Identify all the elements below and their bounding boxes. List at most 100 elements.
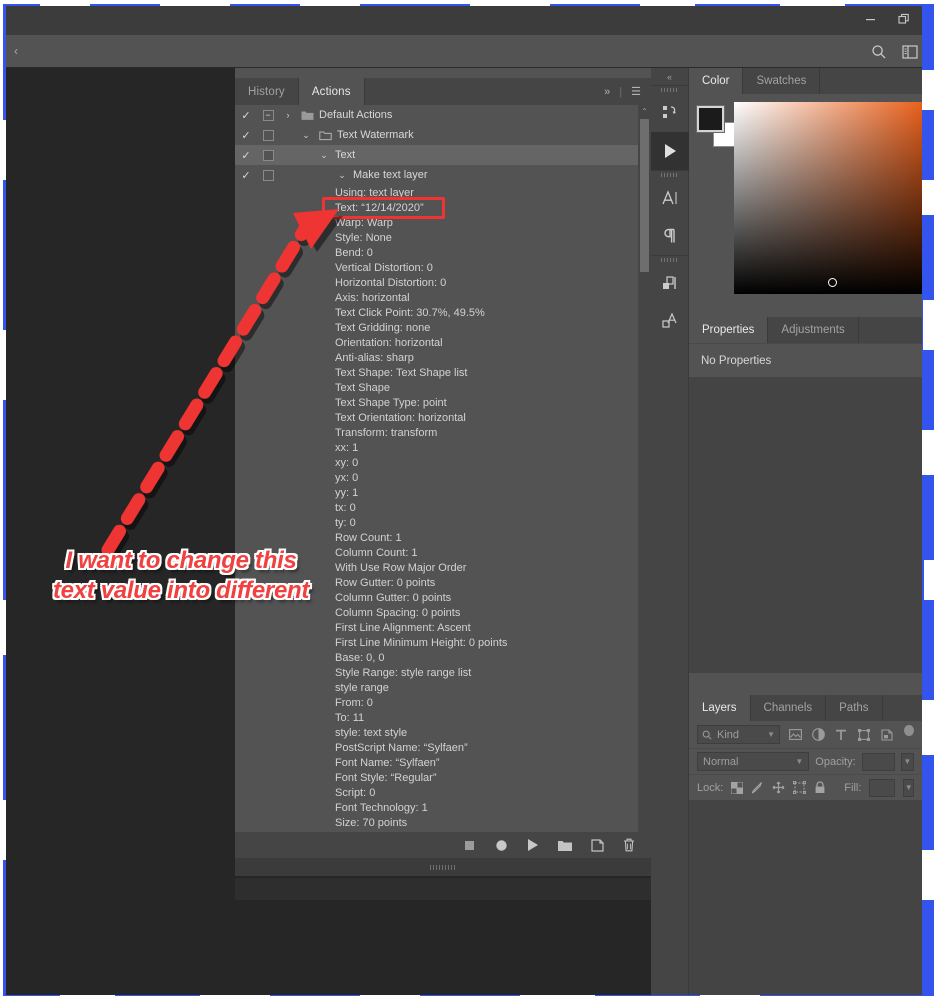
action-enabled-checkbox[interactable]: ✓ <box>235 129 257 142</box>
action-step-row[interactable]: ✓ ⌄ Make text layer <box>235 165 651 185</box>
tab-layers[interactable]: Layers <box>689 695 751 721</box>
shape-filter-icon[interactable] <box>856 726 872 744</box>
layers-panel: Layers Channels Paths Kind ▼ Normal ▼ Op… <box>689 695 922 995</box>
foreground-color-swatch[interactable] <box>696 105 725 133</box>
rail-group <box>651 170 688 255</box>
layers-lock-bar: Lock: Fill: ▼ <box>689 774 922 800</box>
new-action-button[interactable] <box>589 837 605 853</box>
type-filter-icon[interactable] <box>833 726 849 744</box>
rail-collapse-icon[interactable]: « <box>651 68 688 85</box>
history-icon[interactable] <box>651 94 689 132</box>
lock-artboard-icon[interactable] <box>793 780 807 795</box>
collapse-panel-arrow-icon[interactable]: ‹ <box>8 43 24 59</box>
action-command-line: Text Shape Type: point <box>335 396 447 409</box>
action-row-selected[interactable]: ✓ ⌄ Text <box>235 145 651 165</box>
action-set-row[interactable]: ✓ ⌄ Text Watermark <box>235 125 651 145</box>
color-picker-marker[interactable] <box>828 278 837 287</box>
dialog-toggle-box <box>262 169 274 181</box>
layers-list-empty[interactable] <box>689 800 922 995</box>
properties-panel-empty-area <box>689 377 922 673</box>
opacity-dropdown-icon[interactable]: ▼ <box>900 752 914 771</box>
dialog-toggle-box <box>262 149 274 161</box>
tab-swatches[interactable]: Swatches <box>743 68 821 94</box>
rail-grip[interactable] <box>651 171 688 179</box>
blend-mode-select[interactable]: Normal ▼ <box>697 752 810 771</box>
color-picker-field[interactable] <box>734 102 922 294</box>
panel-overflow-icon[interactable]: » <box>604 86 610 98</box>
lock-image-icon[interactable] <box>751 780 764 795</box>
action-command-line: Font Style: “Regular” <box>335 771 437 784</box>
paragraph-icon[interactable] <box>651 217 689 255</box>
expand-triangle-icon[interactable]: ⌄ <box>315 150 333 161</box>
expand-triangle-icon[interactable]: ⌄ <box>297 130 315 141</box>
filter-enable-toggle[interactable] <box>904 725 914 736</box>
tab-actions[interactable]: Actions <box>298 78 365 105</box>
action-command-line: Warp: Warp <box>335 216 393 229</box>
chevron-down-icon: ▼ <box>795 757 804 766</box>
image-filter-icon[interactable] <box>787 726 803 744</box>
action-dialog-toggle[interactable] <box>257 169 279 181</box>
record-button[interactable] <box>493 837 509 853</box>
lock-transparency-icon[interactable] <box>731 780 744 795</box>
expand-triangle-icon[interactable]: ⌄ <box>333 170 351 181</box>
action-command-line: Column Count: 1 <box>335 546 418 559</box>
tab-color[interactable]: Color <box>689 68 744 94</box>
scroll-up-arrow-icon[interactable]: ⌃ <box>638 105 651 118</box>
scrollbar-thumb[interactable] <box>640 119 649 272</box>
rail-grip[interactable] <box>651 256 688 264</box>
tab-channels[interactable]: Channels <box>751 695 827 721</box>
opacity-input[interactable] <box>861 752 895 771</box>
action-enabled-checkbox[interactable]: ✓ <box>235 149 257 162</box>
workspace-icon[interactable] <box>899 41 921 63</box>
action-dialog-toggle[interactable] <box>257 149 279 161</box>
action-dialog-toggle[interactable] <box>257 129 279 141</box>
tab-paths[interactable]: Paths <box>826 695 883 721</box>
document-status-strip <box>235 878 651 900</box>
action-enabled-checkbox[interactable]: ✓ <box>235 109 257 122</box>
fill-input[interactable] <box>869 778 896 797</box>
action-command-line: Text Gridding: none <box>335 321 431 334</box>
character-icon[interactable] <box>651 179 689 217</box>
character-styles-icon[interactable] <box>651 302 689 340</box>
actions-scrollbar[interactable]: ⌃ ⌄ <box>638 105 651 845</box>
action-enabled-checkbox[interactable]: ✓ <box>235 169 257 182</box>
fill-dropdown-icon[interactable]: ▼ <box>903 778 914 797</box>
lock-position-icon[interactable] <box>772 780 785 795</box>
layers-filter-bar: Kind ▼ <box>689 721 922 748</box>
collapsed-panel-rail: « <box>651 68 689 995</box>
lock-all-icon[interactable] <box>814 780 826 795</box>
action-dialog-toggle[interactable]: − <box>257 109 279 121</box>
action-set-row[interactable]: ✓ − › Default Actions <box>235 105 651 125</box>
minimize-button[interactable] <box>854 6 887 32</box>
rail-grip[interactable] <box>651 86 688 94</box>
action-command-line: With Use Row Major Order <box>335 561 467 574</box>
actions-panel-resize-grip[interactable] <box>235 858 651 876</box>
delete-button[interactable] <box>621 837 637 853</box>
expand-triangle-icon[interactable]: › <box>279 110 297 120</box>
action-command-line: yx: 0 <box>335 471 359 484</box>
panel-menu-icon[interactable]: ☰ <box>631 85 641 98</box>
new-set-button[interactable] <box>557 837 573 853</box>
stop-button[interactable] <box>461 837 477 853</box>
action-command-line: Bend: 0 <box>335 246 373 259</box>
tab-adjustments[interactable]: Adjustments <box>768 317 859 343</box>
action-command-list: Using: text layer Text: “12/14/2020” Warp:… <box>235 185 651 845</box>
search-icon[interactable] <box>868 41 890 63</box>
action-command-line: PostScript Name: “Sylfaen” <box>335 741 468 754</box>
dialog-toggle-box: − <box>262 109 274 121</box>
actions-play-icon[interactable] <box>651 132 689 170</box>
play-button[interactable] <box>525 837 541 853</box>
smart-object-filter-icon[interactable] <box>879 726 895 744</box>
tab-history[interactable]: History <box>235 78 299 105</box>
layer-kind-select[interactable]: Kind ▼ <box>697 725 781 744</box>
restore-button[interactable] <box>887 6 920 32</box>
action-command-line: Text Shape <box>335 381 391 394</box>
actions-tree[interactable]: ✓ − › Default Actions ✓ ⌄ Text Watermark… <box>235 105 651 845</box>
foreground-background-swatches[interactable] <box>696 105 739 148</box>
right-dock: Color Swatches Properties Adjustments No… <box>689 68 922 995</box>
adjustment-filter-icon[interactable] <box>810 726 826 744</box>
actions-footer-toolbar <box>235 832 651 858</box>
layer-comps-icon[interactable] <box>651 264 689 302</box>
tab-properties[interactable]: Properties <box>689 317 769 343</box>
action-command-line: Column Spacing: 0 points <box>335 606 461 619</box>
